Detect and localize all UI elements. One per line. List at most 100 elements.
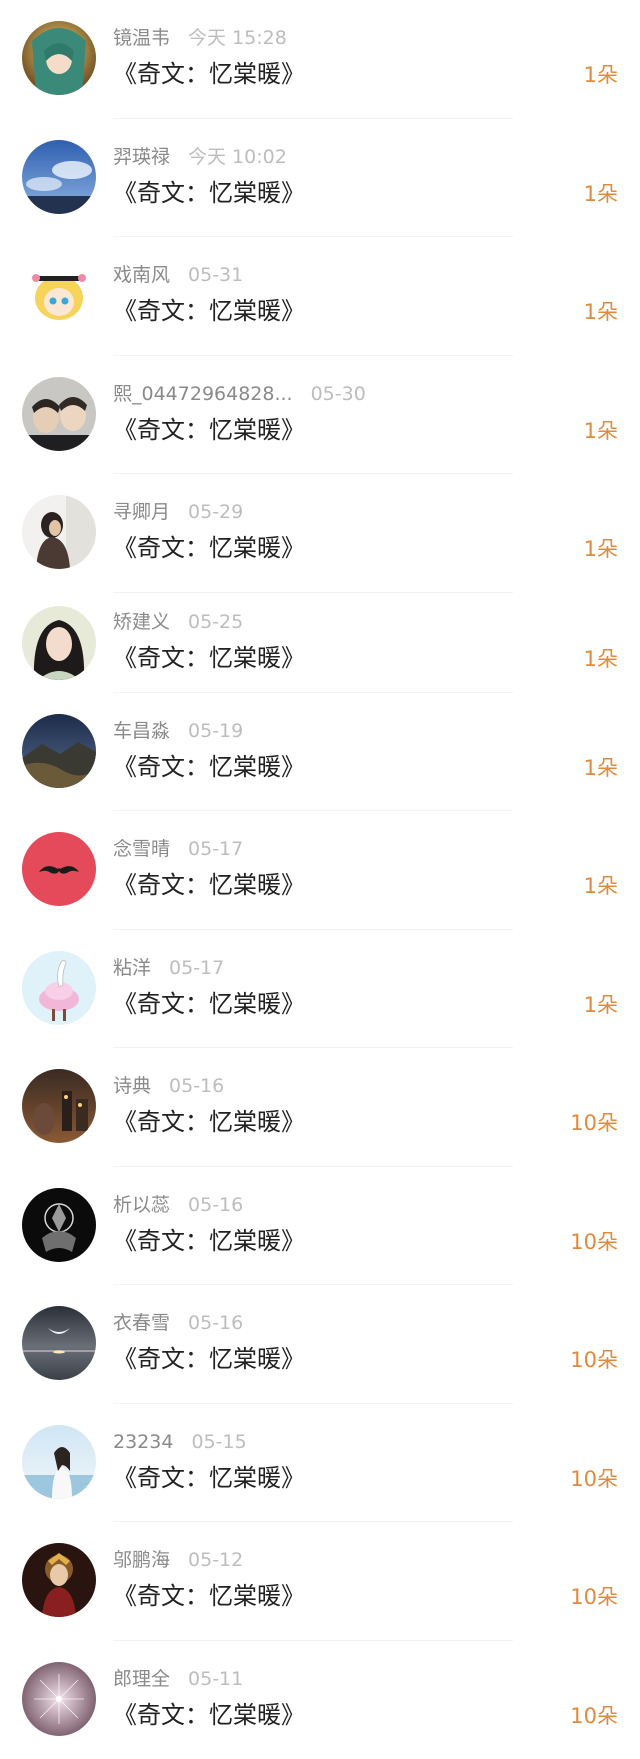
gift-count: 10朵 — [570, 1228, 618, 1256]
user-name[interactable]: 析以蕊 — [113, 1194, 170, 1216]
user-name[interactable]: 寻卿月 — [113, 501, 170, 523]
avatar[interactable] — [22, 1306, 96, 1380]
avatar[interactable] — [22, 1188, 96, 1262]
gift-count: 10朵 — [570, 1583, 618, 1611]
avatar[interactable] — [22, 377, 96, 451]
timestamp: 05-31 — [188, 264, 243, 286]
gift-count: 10朵 — [570, 1346, 618, 1374]
user-name[interactable]: 念雪晴 — [113, 838, 170, 860]
meta-line: 邬鹏海 05-12 — [113, 1547, 243, 1573]
gift-count: 1朵 — [584, 645, 618, 673]
avatar[interactable] — [22, 832, 96, 906]
avatar[interactable] — [22, 1425, 96, 1499]
list-item[interactable]: 析以蕊 05-16 《奇文：忆棠暖》 10朵 — [0, 1167, 640, 1286]
timestamp: 05-17 — [188, 838, 243, 860]
timestamp: 05-25 — [188, 611, 243, 633]
user-name[interactable]: 矫建义 — [113, 611, 170, 633]
gift-count: 1朵 — [584, 872, 618, 900]
list-item[interactable]: 镜温韦今天 15:28 《奇文：忆棠暖》 1朵 — [0, 0, 640, 119]
user-name[interactable]: 衣春雪 — [113, 1312, 170, 1334]
user-name[interactable]: 粘洋 — [113, 957, 151, 979]
avatar[interactable] — [22, 606, 96, 680]
user-name[interactable]: 诗典 — [113, 1075, 151, 1097]
list-item[interactable]: 熙_04472964828... 05-30 《奇文：忆棠暖》 1朵 — [0, 356, 640, 475]
list-item[interactable]: 矫建义 05-25 《奇文：忆棠暖》 1朵 — [0, 593, 640, 693]
timestamp: 05-19 — [188, 720, 243, 742]
user-name[interactable]: 邬鹏海 — [113, 1549, 170, 1571]
user-name[interactable]: 23234 — [113, 1431, 173, 1453]
gift-title: 《奇文：忆棠暖》 — [113, 295, 305, 327]
gift-title: 《奇文：忆棠暖》 — [113, 1225, 305, 1257]
meta-line: 念雪晴 05-17 — [113, 836, 243, 862]
avatar[interactable] — [22, 714, 96, 788]
meta-line: 车昌淼 05-19 — [113, 718, 243, 744]
timestamp: 05-16 — [169, 1075, 224, 1097]
avatar[interactable] — [22, 495, 96, 569]
avatar[interactable] — [22, 21, 96, 95]
timestamp: 05-11 — [188, 1668, 243, 1690]
list-item[interactable]: 2323405-15 《奇文：忆棠暖》 10朵 — [0, 1404, 640, 1523]
meta-line: 矫建义 05-25 — [113, 609, 243, 635]
timestamp: 05-30 — [311, 383, 366, 405]
gift-count: 1朵 — [584, 417, 618, 445]
meta-line: 23234 05-15 — [113, 1429, 247, 1455]
list-item[interactable]: 郎理全 05-11 《奇文：忆棠暖》 10朵 — [0, 1641, 640, 1759]
gift-title: 《奇文：忆棠暖》 — [113, 177, 305, 209]
gift-title: 《奇文：忆棠暖》 — [113, 1580, 305, 1612]
gift-count: 1朵 — [584, 298, 618, 326]
list-item[interactable]: 衣春雪 05-16 《奇文：忆棠暖》 10朵 — [0, 1285, 640, 1404]
gift-count: 1朵 — [584, 754, 618, 782]
meta-line: 衣春雪 05-16 — [113, 1310, 243, 1336]
meta-line: 析以蕊 05-16 — [113, 1192, 243, 1218]
user-name[interactable]: 戏南风 — [113, 264, 170, 286]
meta-line: 寻卿月 05-29 — [113, 499, 243, 525]
avatar[interactable] — [22, 951, 96, 1025]
avatar[interactable] — [22, 1069, 96, 1143]
list-item[interactable]: 寻卿月05-29 《奇文：忆棠暖》 1朵 — [0, 474, 640, 593]
gift-count: 1朵 — [584, 180, 618, 208]
gift-count: 1朵 — [584, 991, 618, 1019]
list-item[interactable]: 诗典 05-16 《奇文：忆棠暖》 10朵 — [0, 1048, 640, 1167]
user-name[interactable]: 镜温韦 — [113, 27, 170, 49]
gift-count: 10朵 — [570, 1109, 618, 1137]
meta-line: 诗典 05-16 — [113, 1073, 224, 1099]
gift-title: 《奇文：忆棠暖》 — [113, 988, 305, 1020]
gift-title: 《奇文：忆棠暖》 — [113, 1106, 305, 1138]
list-item[interactable]: 邬鹏海 05-12 《奇文：忆棠暖》 10朵 — [0, 1522, 640, 1641]
list-item[interactable]: 念雪晴 05-17 《奇文：忆棠暖》 1朵 — [0, 811, 640, 930]
user-name[interactable]: 羿瑛禄 — [113, 146, 170, 168]
timestamp: 05-16 — [188, 1194, 243, 1216]
gift-title: 《奇文：忆棠暖》 — [113, 642, 305, 674]
avatar[interactable] — [22, 140, 96, 214]
gift-title: 《奇文：忆棠暖》 — [113, 414, 305, 446]
gift-title: 《奇文：忆棠暖》 — [113, 532, 305, 564]
meta-line: 镜温韦今天 15:28 — [113, 25, 287, 51]
list-item[interactable]: 粘洋 05-17 《奇文：忆棠暖》 1朵 — [0, 930, 640, 1049]
user-name[interactable]: 车昌淼 — [113, 720, 170, 742]
meta-line: 熙_04472964828... 05-30 — [113, 381, 366, 407]
list-item[interactable]: 车昌淼 05-19 《奇文：忆棠暖》 1朵 — [0, 693, 640, 812]
list-item[interactable]: 羿瑛禄今天 10:02 《奇文：忆棠暖》 1朵 — [0, 119, 640, 238]
timestamp: 05-29 — [188, 501, 243, 523]
avatar[interactable] — [22, 1543, 96, 1617]
meta-line: 羿瑛禄今天 10:02 — [113, 144, 287, 170]
gift-title: 《奇文：忆棠暖》 — [113, 58, 305, 90]
avatar[interactable] — [22, 258, 96, 332]
gift-title: 《奇文：忆棠暖》 — [113, 1343, 305, 1375]
user-name[interactable]: 熙_04472964828... — [113, 383, 293, 405]
timestamp: 05-17 — [169, 957, 224, 979]
timestamp: 今天 10:02 — [188, 146, 287, 168]
gift-count: 10朵 — [570, 1702, 618, 1730]
timestamp: 05-12 — [188, 1549, 243, 1571]
gift-title: 《奇文：忆棠暖》 — [113, 751, 305, 783]
gift-record-list: 镜温韦今天 15:28 《奇文：忆棠暖》 1朵 羿瑛禄今天 10:02 《奇文：… — [0, 0, 640, 1759]
avatar[interactable] — [22, 1662, 96, 1736]
gift-title: 《奇文：忆棠暖》 — [113, 869, 305, 901]
gift-count: 10朵 — [570, 1465, 618, 1493]
list-item[interactable]: 戏南风 05-31 《奇文：忆棠暖》 1朵 — [0, 237, 640, 356]
timestamp: 05-15 — [191, 1431, 246, 1453]
gift-title: 《奇文：忆棠暖》 — [113, 1699, 305, 1731]
timestamp: 05-16 — [188, 1312, 243, 1334]
user-name[interactable]: 郎理全 — [113, 1668, 170, 1690]
meta-line: 粘洋 05-17 — [113, 955, 224, 981]
